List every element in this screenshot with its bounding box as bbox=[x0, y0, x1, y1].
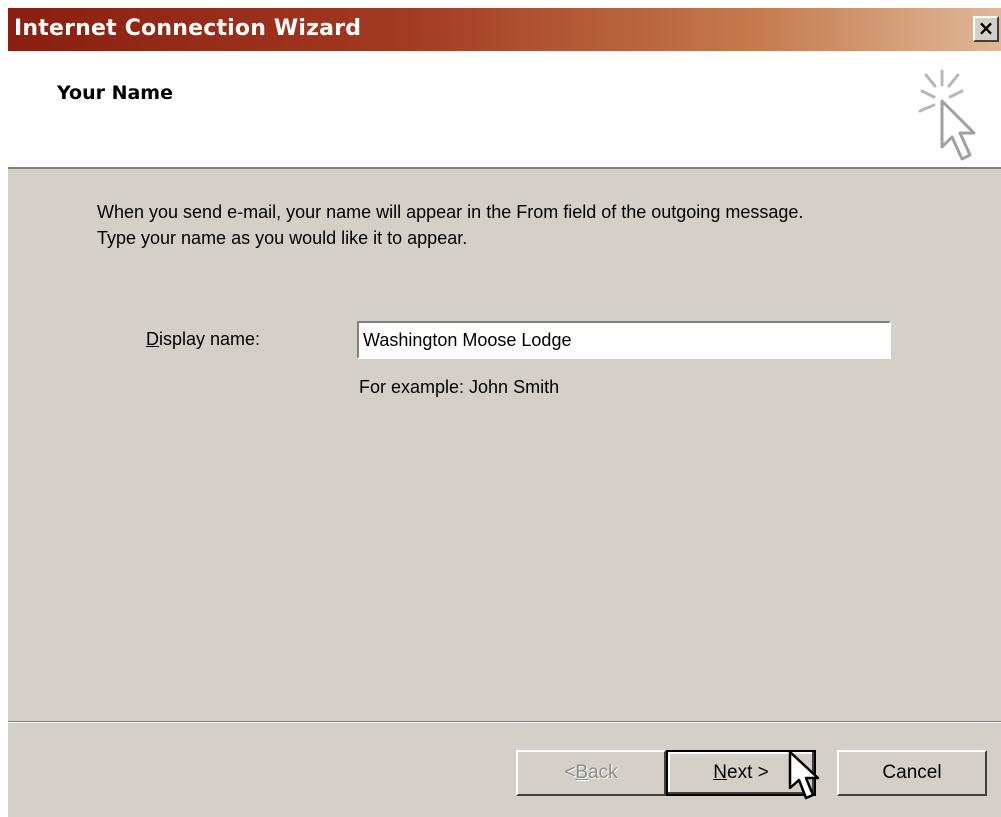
back-accel: B bbox=[575, 762, 589, 783]
cancel-label: Cancel bbox=[882, 762, 942, 783]
instruction-line-1: When you send e-mail, your name will app… bbox=[97, 202, 804, 222]
close-icon: × bbox=[977, 16, 995, 40]
mouse-pointer-icon bbox=[788, 750, 820, 800]
instruction-line-2: Type your name as you would like it to a… bbox=[97, 228, 468, 248]
next-accel: N bbox=[713, 762, 727, 783]
display-name-label-rest: isplay name: bbox=[159, 329, 261, 349]
window-title: Internet Connection Wizard bbox=[14, 16, 362, 41]
back-prefix: < bbox=[564, 762, 576, 783]
page-title: Your Name bbox=[57, 82, 173, 104]
title-bar[interactable]: Internet Connection Wizard × bbox=[8, 8, 1001, 51]
display-name-input[interactable] bbox=[357, 321, 891, 359]
example-hint: For example: John Smith bbox=[359, 377, 560, 397]
wizard-pointer-icon bbox=[918, 69, 976, 161]
close-button[interactable]: × bbox=[973, 16, 999, 42]
instructions: When you send e-mail, your name will app… bbox=[97, 199, 803, 251]
footer-divider-highlight bbox=[8, 722, 1001, 723]
wizard-window: Internet Connection Wizard × Your Name W… bbox=[8, 8, 1001, 817]
display-name-accel: D bbox=[146, 329, 159, 349]
back-button[interactable]: < Back bbox=[516, 750, 666, 796]
header-panel: Your Name bbox=[8, 51, 1001, 169]
cancel-button[interactable]: Cancel bbox=[837, 750, 987, 796]
next-rest: ext > bbox=[727, 762, 769, 783]
back-rest: ack bbox=[588, 762, 618, 783]
display-name-label: Display name: bbox=[146, 329, 260, 350]
